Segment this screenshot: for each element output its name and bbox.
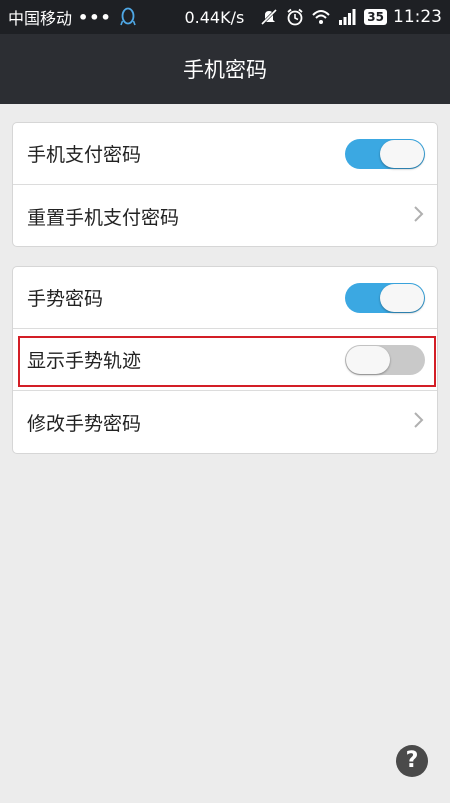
gesture-password-toggle[interactable] bbox=[345, 282, 425, 313]
show-gesture-trace-label: 显示手势轨迹 bbox=[27, 350, 142, 372]
status-bar: 中国移动 ••• 0.44K/s 35 11:23 bbox=[0, 0, 450, 34]
gesture-password-label: 手势密码 bbox=[27, 288, 104, 310]
reset-payment-password-row[interactable]: 重置手机支付密码 bbox=[13, 185, 437, 246]
notification-dots: ••• bbox=[78, 7, 112, 27]
page-title: 手机密码 bbox=[183, 58, 267, 82]
change-gesture-password-label: 修改手势密码 bbox=[27, 412, 142, 435]
payment-password-toggle[interactable] bbox=[345, 138, 425, 169]
carrier-name: 中国移动 bbox=[8, 9, 73, 28]
signal-icon bbox=[338, 8, 356, 26]
toggle-knob bbox=[380, 283, 424, 312]
show-gesture-trace-row[interactable]: 显示手势轨迹 bbox=[13, 329, 437, 391]
change-gesture-password-row[interactable]: 修改手势密码 bbox=[13, 391, 437, 453]
reset-payment-password-label: 重置手机支付密码 bbox=[27, 206, 180, 229]
toggle-knob bbox=[380, 139, 424, 168]
mute-icon bbox=[260, 8, 278, 26]
show-gesture-trace-toggle[interactable] bbox=[345, 344, 425, 375]
title-bar: 手机密码 bbox=[0, 34, 450, 104]
help-button[interactable]: ? bbox=[396, 745, 428, 777]
network-speed: 0.44K/s bbox=[184, 7, 245, 27]
alarm-icon bbox=[286, 8, 304, 26]
gesture-password-group: 手势密码 显示手势轨迹 修改手势密码 bbox=[12, 266, 438, 454]
chevron-right-icon bbox=[413, 205, 425, 228]
battery-icon: 35 bbox=[364, 9, 387, 25]
payment-password-label: 手机支付密码 bbox=[27, 144, 142, 166]
qq-penguin-icon bbox=[119, 7, 136, 27]
toggle-knob bbox=[346, 345, 390, 374]
payment-password-row[interactable]: 手机支付密码 bbox=[13, 123, 437, 185]
payment-password-group: 手机支付密码 重置手机支付密码 bbox=[12, 122, 438, 247]
wifi-icon bbox=[312, 8, 331, 26]
gesture-password-row[interactable]: 手势密码 bbox=[13, 267, 437, 329]
chevron-right-icon bbox=[413, 411, 425, 434]
clock: 11:23 bbox=[393, 7, 442, 27]
